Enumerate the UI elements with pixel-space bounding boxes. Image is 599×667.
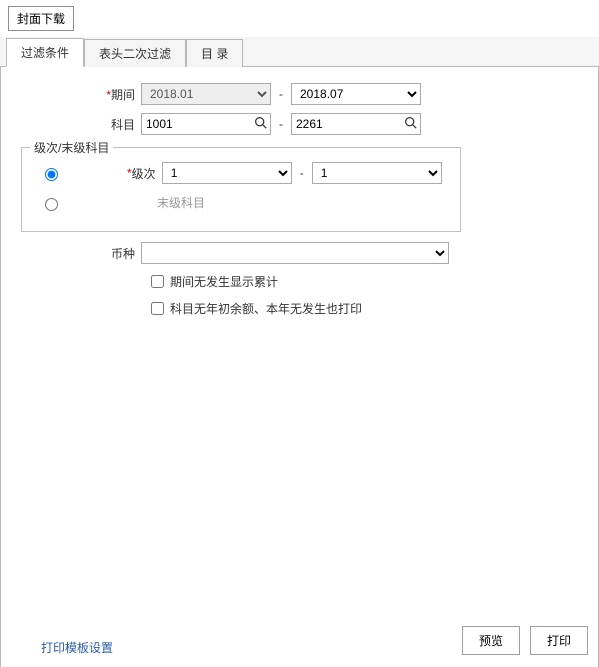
level-label: 级次 [132,165,156,182]
subject-separator: - [279,117,283,131]
tab-toc[interactable]: 目 录 [186,39,243,67]
period-from-select[interactable]: 2018.01 [141,83,271,105]
tab-header-filter[interactable]: 表头二次过滤 [84,39,186,67]
chk-show-cumulative-label: 期间无发生显示累计 [170,273,278,290]
subject-to-lookup[interactable] [291,113,421,135]
currency-select[interactable] [141,242,449,264]
row-level: *级次 1 - 1 [32,162,450,184]
row-period: *期间 2018.01 - 2018.07 [11,83,588,105]
subject-to-input[interactable] [292,116,400,132]
print-button[interactable]: 打印 [530,626,588,655]
level-to-select[interactable]: 1 [312,162,442,184]
chk-print-no-balance-label: 科目无年初余额、本年无发生也打印 [170,300,362,317]
period-separator: - [279,87,283,101]
period-label: *期间 [11,86,141,103]
subject-label: 科目 [11,116,141,133]
template-setting-link[interactable]: 打印模板设置 [41,639,113,656]
level-from-select[interactable]: 1 [162,162,292,184]
level-radio[interactable] [45,168,58,181]
row-subject: 科目 - [11,113,588,135]
row-leaf: 末级科目 [32,194,450,211]
leaf-label: 末级科目 [157,194,205,211]
tab-filter[interactable]: 过滤条件 [6,38,84,67]
level-separator: - [300,166,304,180]
row-chk-print-no-balance: 科目无年初余额、本年无发生也打印 [147,299,588,318]
search-icon[interactable] [250,116,270,132]
period-to-select[interactable]: 2018.07 [291,83,421,105]
subject-from-lookup[interactable] [141,113,271,135]
row-chk-cumulative: 期间无发生显示累计 [147,272,588,291]
leaf-radio[interactable] [45,198,58,211]
chk-print-no-balance[interactable] [151,302,164,315]
tab-bar: 过滤条件 表头二次过滤 目 录 [0,37,599,67]
level-fieldset-legend: 级次/末级科目 [30,139,113,156]
footer-bar: 打印模板设置 预览 打印 [1,626,588,655]
level-fieldset: 级次/末级科目 *级次 1 - 1 末级科目 [21,147,461,232]
preview-button[interactable]: 预览 [462,626,520,655]
search-icon[interactable] [400,116,420,132]
subject-from-input[interactable] [142,116,250,132]
chk-show-cumulative[interactable] [151,275,164,288]
currency-label: 币种 [11,245,141,262]
cover-download-button[interactable]: 封面下载 [8,6,74,31]
row-currency: 币种 [11,242,588,264]
filter-panel: *期间 2018.01 - 2018.07 科目 - 级次/末级科目 [0,67,599,667]
